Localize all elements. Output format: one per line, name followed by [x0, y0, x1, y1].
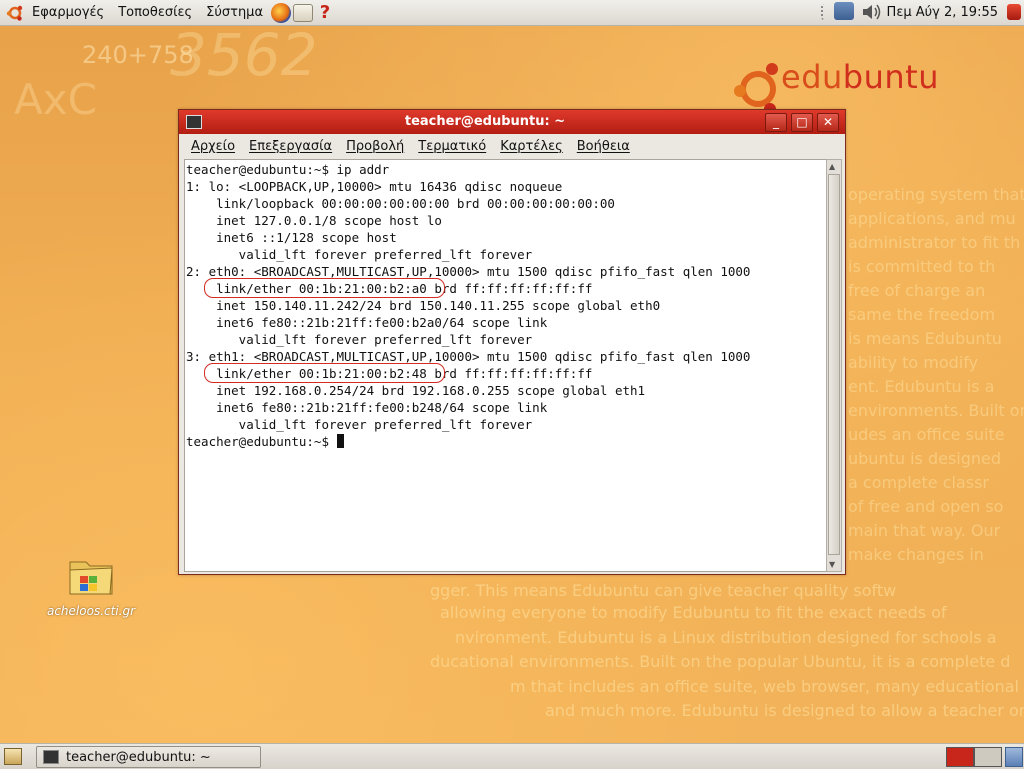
background-text-line: applications, and mu [848, 209, 1016, 228]
background-text-line: ubuntu is designed [848, 449, 1002, 468]
background-decoration-big-number: 3562 [170, 25, 318, 89]
terminal-line: inet6 fe80::21b:21ff:fe00:b2a0/64 scope … [186, 315, 548, 330]
menu-places[interactable]: Τοποθεσίες [111, 0, 199, 25]
scrollbar-thumb[interactable] [828, 174, 840, 555]
logo-text-edu: edu [781, 58, 843, 96]
background-text-line: administrator to fit th [848, 233, 1021, 252]
terminal-line: link/loopback 00:00:00:00:00:00 brd 00:0… [186, 196, 615, 211]
close-button[interactable]: ✕ [817, 113, 839, 132]
background-text-line: operating system that [848, 185, 1024, 204]
background-text-line: is means Edubuntu [848, 329, 1002, 348]
logout-icon[interactable] [1007, 4, 1021, 20]
desktop-icon-label: acheloos.cti.gr [46, 604, 136, 618]
terminal-line: teacher@edubuntu:~$ ip addr [186, 162, 390, 177]
terminal-line: valid_lft forever preferred_lft forever [186, 332, 533, 347]
bottom-panel: teacher@edubuntu: ~ [0, 743, 1024, 769]
minimize-button[interactable]: _ [765, 113, 787, 132]
mac-address-highlight-eth1 [204, 363, 445, 383]
text-cursor [336, 434, 344, 448]
edubuntu-logo-text: edubuntu [781, 58, 939, 96]
workspace-2[interactable] [974, 747, 1002, 767]
background-text-line: free of charge an [848, 281, 986, 300]
top-panel: Εφαρμογές Τοποθεσίες Σύστημα ? Πεμ Αύγ 2… [0, 0, 1024, 26]
terminal-window: teacher@edubuntu: ~ _ □ ✕ Αρχείο Επεξεργ… [178, 109, 846, 575]
background-text-line: main that way. Our [848, 521, 1001, 540]
background-text-line: environments. Built on [848, 401, 1024, 420]
background-text-line: gger. This means Edubuntu can give teach… [430, 581, 897, 600]
firefox-launcher-icon[interactable] [271, 2, 292, 23]
maximize-icon: □ [796, 115, 808, 129]
background-text-line: udes an office suite [848, 425, 1005, 444]
background-decoration-axc: AxC [14, 75, 97, 124]
terminal-line: valid_lft forever preferred_lft forever [186, 417, 533, 432]
taskbar-terminal-label: teacher@edubuntu: ~ [66, 749, 211, 765]
ubuntu-logo-icon[interactable] [6, 4, 24, 22]
taskbar-terminal-button[interactable]: teacher@edubuntu: ~ [36, 746, 261, 768]
menu-system[interactable]: Σύστημα [199, 0, 270, 25]
menu-terminal[interactable]: Τερματικό [411, 139, 493, 154]
clock[interactable]: Πεμ Αύγ 2, 19:55 [887, 0, 998, 25]
trash-icon[interactable] [1005, 747, 1023, 767]
logo-text-buntu: buntu [842, 58, 939, 96]
background-text-line: is committed to th [848, 257, 996, 276]
minimize-icon: _ [773, 115, 779, 129]
menu-help[interactable]: Βοήθεια [570, 139, 637, 154]
scroll-up-arrow-icon[interactable]: ▲ [829, 162, 835, 171]
volume-icon[interactable] [860, 2, 881, 22]
mail-launcher-icon[interactable] [293, 3, 314, 22]
network-folder-icon [69, 561, 113, 595]
background-text-line: a complete classr [848, 473, 990, 492]
background-text-line: ability to modify [848, 353, 979, 372]
background-text-line: make changes in [848, 545, 984, 564]
window-titlebar[interactable]: teacher@edubuntu: ~ _ □ ✕ [179, 110, 845, 134]
menu-tabs[interactable]: Καρτέλες [493, 139, 570, 154]
terminal-line: inet 150.140.11.242/24 brd 150.140.11.25… [186, 298, 661, 313]
terminal-prompt: teacher@edubuntu:~$ [186, 434, 337, 449]
menu-edit[interactable]: Επεξεργασία [242, 139, 339, 154]
workspace-1[interactable] [946, 747, 974, 767]
terminal-output[interactable]: teacher@edubuntu:~$ ip addr 1: lo: <LOOP… [184, 159, 827, 572]
panel-handle-icon [821, 4, 829, 20]
background-text-line: ent. Edubuntu is a [848, 377, 995, 396]
help-icon[interactable]: ? [315, 2, 335, 23]
show-desktop-icon[interactable] [4, 748, 22, 765]
terminal-task-icon [43, 750, 59, 764]
background-text-line: same the freedom [848, 305, 996, 324]
window-title: teacher@edubuntu: ~ [404, 114, 566, 129]
menu-applications[interactable]: Εφαρμογές [25, 0, 111, 25]
scroll-down-arrow-icon[interactable]: ▼ [829, 560, 835, 569]
terminal-line: inet 127.0.0.1/8 scope host lo [186, 213, 442, 228]
background-text-line: nvironment. Edubuntu is a Linux distribu… [455, 628, 997, 647]
terminal-line: valid_lft forever preferred_lft forever [186, 247, 533, 262]
terminal-prompt-line[interactable]: teacher@edubuntu:~$ [186, 433, 750, 450]
menu-view[interactable]: Προβολή [339, 139, 411, 154]
terminal-line: inet 192.168.0.254/24 brd 192.168.0.255 … [186, 383, 646, 398]
terminal-scrollbar[interactable]: ▲ ▼ [826, 159, 842, 572]
terminal-line: 1: lo: <LOOPBACK,UP,10000> mtu 16436 qdi… [186, 179, 563, 194]
background-text-line: of free and open so [848, 497, 1004, 516]
close-icon: ✕ [822, 115, 834, 129]
background-text-line: m that includes an office suite, web bro… [510, 677, 1024, 696]
background-text-line: and much more. Edubuntu is designed to a… [545, 701, 1024, 720]
terminal-menubar: Αρχείο Επεξεργασία Προβολή Τερματικό Καρ… [179, 134, 845, 158]
maximize-button[interactable]: □ [791, 113, 813, 132]
background-text-line: allowing everyone to modify Edubuntu to … [440, 603, 947, 622]
terminal-line: inet6 ::1/128 scope host [186, 230, 397, 245]
background-text-line: ducational environments. Built on the po… [430, 652, 1011, 671]
mac-address-highlight-eth0 [204, 278, 445, 298]
terminal-lines: teacher@edubuntu:~$ ip addr 1: lo: <LOOP… [186, 161, 750, 450]
network-status-icon[interactable] [834, 2, 854, 20]
menu-file[interactable]: Αρχείο [184, 139, 242, 154]
terminal-line: inet6 fe80::21b:21ff:fe00:b248/64 scope … [186, 400, 548, 415]
desktop-icon-acheloos[interactable]: acheloos.cti.gr [46, 552, 136, 618]
